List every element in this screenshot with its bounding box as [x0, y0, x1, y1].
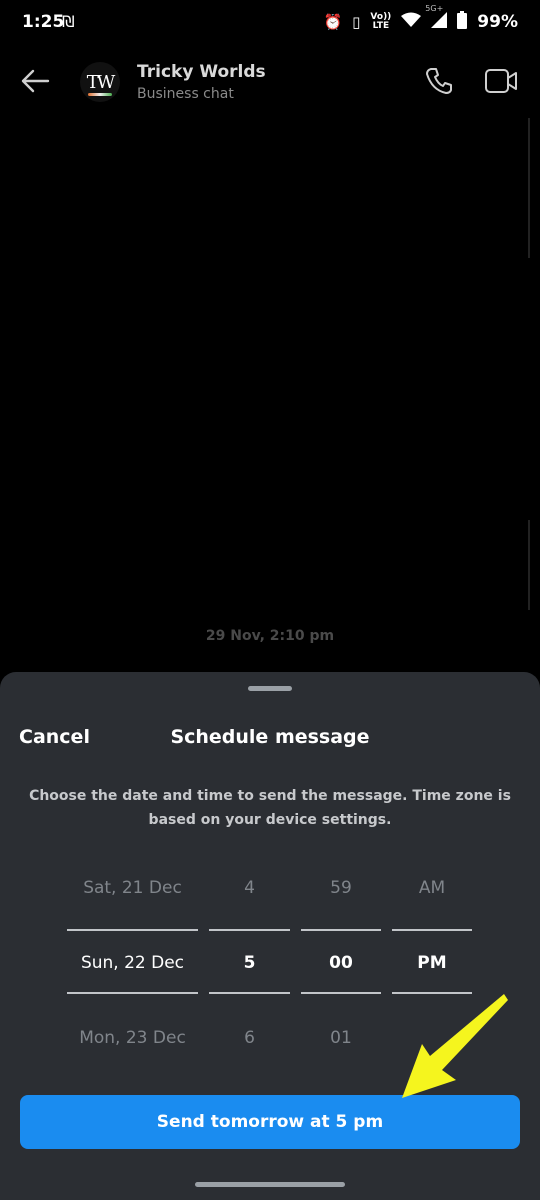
picker-divider [301, 992, 381, 994]
scroll-edge [528, 118, 530, 258]
date-selected[interactable]: Sun, 22 Dec [67, 953, 198, 973]
picker-divider [67, 929, 198, 931]
vibrate-icon: ▯ [352, 13, 361, 31]
navigation-bar [0, 1170, 540, 1200]
date-picker-column[interactable]: Sat, 21 Dec Sun, 22 Dec Mon, 23 Dec [67, 862, 198, 1052]
cancel-button[interactable]: Cancel [19, 726, 90, 748]
video-call-button[interactable] [484, 68, 518, 94]
picker-divider [392, 929, 472, 931]
network-type: 5G+ [425, 4, 444, 13]
avatar[interactable]: TW [80, 62, 120, 102]
picker-divider [67, 992, 198, 994]
sheet-drag-handle[interactable] [248, 686, 292, 691]
date-option[interactable]: Mon, 23 Dec [67, 1028, 198, 1048]
hour-picker-column[interactable]: 4 5 6 [209, 862, 290, 1052]
phone-icon [426, 68, 452, 94]
chat-name[interactable]: Tricky Worlds [137, 62, 266, 82]
annotation-arrow-icon [402, 994, 508, 1098]
minute-selected[interactable]: 00 [301, 953, 381, 973]
send-scheduled-button[interactable]: Send tomorrow at 5 pm [20, 1095, 520, 1149]
home-gesture-pill[interactable] [195, 1182, 345, 1187]
minute-option[interactable]: 01 [301, 1028, 381, 1048]
hour-option[interactable]: 6 [209, 1028, 290, 1048]
battery-icon [457, 11, 468, 33]
hour-selected[interactable]: 5 [209, 953, 290, 973]
volte-icon: Vo)) LTE [370, 12, 392, 31]
scroll-edge [528, 520, 530, 610]
minute-option[interactable]: 59 [301, 878, 381, 898]
video-camera-icon [485, 69, 517, 93]
chat-header: TW Tricky Worlds Business chat [0, 46, 540, 120]
status-bar: 1:25 ₪ ⏰ ▯ Vo)) LTE 5G+ 99% [0, 0, 540, 46]
picker-divider [209, 929, 290, 931]
period-option[interactable]: AM [392, 878, 472, 898]
signal-icon: 5G+ [425, 4, 448, 32]
picker-divider [209, 992, 290, 994]
picker-divider [301, 929, 381, 931]
period-selected[interactable]: PM [392, 953, 472, 973]
date-option[interactable]: Sat, 21 Dec [67, 878, 198, 898]
wifi-icon [401, 12, 422, 32]
voice-call-button[interactable] [424, 66, 454, 96]
nfc-icon: ₪ [62, 12, 75, 31]
message-date-stamp: 29 Nov, 2:10 pm [205, 628, 335, 644]
back-arrow-icon [21, 69, 50, 93]
sheet-description: Choose the date and time to send the mes… [29, 788, 511, 828]
status-time: 1:25 [22, 12, 65, 32]
avatar-initials: TW [86, 71, 115, 93]
battery-percent: 99% [477, 12, 518, 32]
minute-picker-column[interactable]: 59 00 01 [301, 862, 381, 1052]
hour-option[interactable]: 4 [209, 878, 290, 898]
alarm-icon: ⏰ [323, 13, 343, 31]
back-button[interactable] [18, 64, 52, 98]
chat-subtitle: Business chat [137, 86, 234, 102]
